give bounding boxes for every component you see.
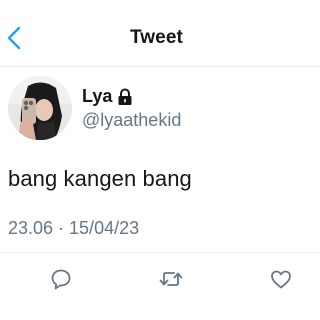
- avatar[interactable]: [8, 76, 72, 140]
- tweet-timestamp: 23.06 · 15/04/23: [8, 218, 140, 238]
- username[interactable]: @lyaathekid: [82, 110, 181, 131]
- divider: [0, 252, 320, 253]
- top-bar: Tweet: [0, 0, 320, 67]
- lock-icon: [117, 88, 133, 106]
- tweet-text: bang kangen bang: [8, 166, 192, 191]
- author-name-row: Lya: [82, 86, 133, 107]
- reply-icon: [51, 269, 71, 290]
- retweet-icon: [159, 272, 183, 286]
- page-title: Tweet: [130, 27, 183, 48]
- like-button[interactable]: [268, 266, 294, 292]
- avatar-image: [8, 76, 72, 140]
- display-name[interactable]: Lya: [82, 86, 112, 107]
- retweet-button[interactable]: [158, 266, 184, 292]
- reply-button[interactable]: [48, 266, 74, 292]
- like-icon: [271, 270, 291, 289]
